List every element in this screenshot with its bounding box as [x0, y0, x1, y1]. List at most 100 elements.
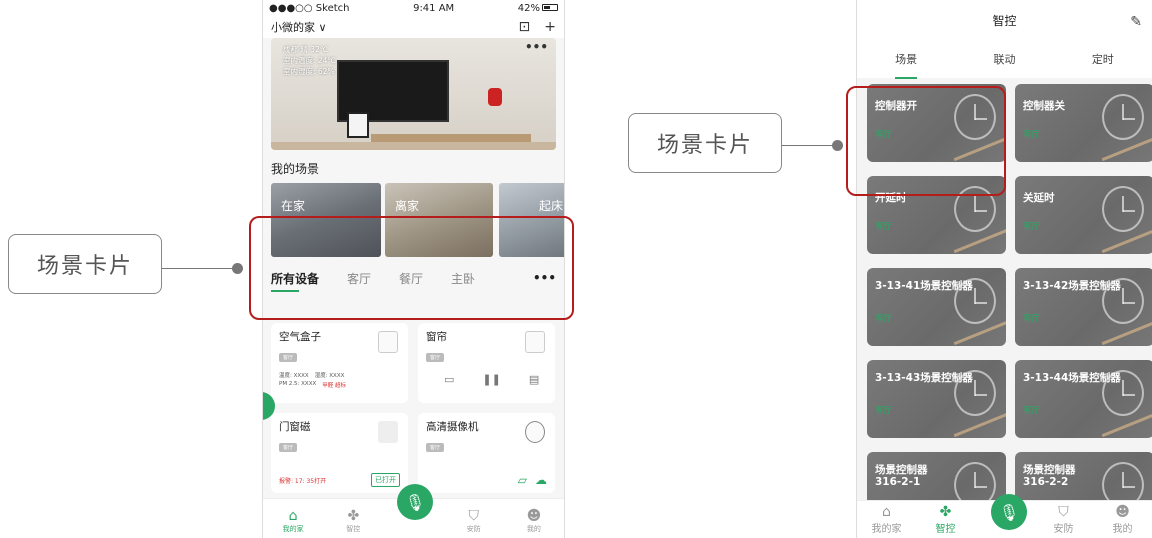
nav-mine[interactable]: ☻ 我的 — [1093, 501, 1152, 538]
scene-card-room: 客厅 — [1023, 222, 1041, 232]
weather-info: 成都 晴 32℃ 室内温度: 24℃ 室内湿度: 62% — [283, 44, 336, 77]
user-icon: ☻ — [1115, 504, 1130, 520]
device-readings: PM 2.5: XXXX 甲醛 超标 — [279, 381, 400, 389]
frame-illustration — [347, 112, 369, 138]
grid-icon: ✤ — [939, 504, 952, 520]
message-icon[interactable]: ⊡ — [519, 19, 531, 35]
shield-icon: ⛉ — [468, 508, 479, 524]
house-icon: ⌂ — [288, 508, 298, 524]
nav-security[interactable]: ⛉ 安防 — [1034, 501, 1093, 538]
folder-icon[interactable]: ▱ — [518, 473, 527, 487]
callout-leader-right — [782, 145, 834, 146]
room-tag: 客厅 — [426, 443, 445, 452]
microphone-button[interactable]: 🎙 — [991, 494, 1027, 530]
pencil-decoration — [1101, 135, 1152, 162]
temp-reading: 温度: XXXX — [279, 373, 309, 379]
nav-label: 安防 — [1053, 524, 1074, 535]
curtain-controls: ▭ ❚❚ ▤ — [444, 373, 539, 386]
scene-card-name: 控制器关 — [1023, 100, 1065, 112]
indoor-temp: 室内温度: 24℃ — [283, 56, 336, 65]
device-card-camera[interactable]: 高清摄像机 客厅 ▱ ☁ — [418, 413, 555, 493]
status-bar: ●●●○○ Sketch 9:41 AM 42% — [263, 0, 564, 16]
tab-scene[interactable]: 场景 — [895, 51, 918, 79]
pencil-decoration — [1101, 227, 1152, 254]
nav-label: 我的家 — [282, 525, 304, 533]
home-header: 小微的家 ∨ ⊡ + — [263, 16, 564, 38]
scene-card-room: 客厅 — [1023, 130, 1041, 140]
nav-security[interactable]: ⛉ 安防 — [444, 499, 504, 538]
door-alarm-text: 报警: 17: 35打开 — [279, 478, 327, 485]
nav-label: 我的 — [526, 525, 541, 533]
room-tag: 客厅 — [279, 353, 298, 362]
grid-icon: ✤ — [347, 508, 360, 524]
banner-more-icon[interactable]: ••• — [525, 40, 548, 54]
microphone-button[interactable]: 🎙 — [397, 484, 433, 520]
nav-label: 安防 — [466, 525, 481, 533]
door-state-button[interactable]: 已打开 — [371, 473, 400, 487]
page-header: 智控 ✎ — [857, 0, 1152, 40]
nav-smart-control[interactable]: ✤ 智控 — [916, 501, 975, 538]
scene-card[interactable]: 3-13-44场景控制器 客厅 — [1015, 360, 1152, 438]
scene-card-room: 客厅 — [875, 406, 893, 416]
battery: 42% — [518, 3, 558, 14]
device-card-air-box[interactable]: 空气盒子 客厅 温度: XXXX 湿度: XXXX PM 2.5: XXXX 甲… — [271, 323, 408, 403]
nav-smart-control[interactable]: ✤ 智控 — [323, 499, 383, 538]
scene-card[interactable]: 3-13-43场景控制器 客厅 — [867, 360, 1006, 438]
add-icon[interactable]: + — [544, 19, 556, 35]
thermometer-icon — [378, 331, 398, 353]
scene-tile-label: 离家 — [395, 199, 420, 213]
scene-card-name: 场景控制器316-2-1 — [875, 464, 928, 488]
device-card-door-sensor[interactable]: 门窗磁 客厅 报警: 17: 35打开 已打开 — [271, 413, 408, 493]
device-readings: 温度: XXXX 湿度: XXXX — [279, 371, 400, 379]
page-title: 智控 — [992, 13, 1017, 28]
highlight-scene-card-left — [249, 216, 574, 320]
scene-card-name: 关延时 — [1023, 192, 1055, 204]
scene-card[interactable]: 3-13-41场景控制器 客厅 — [867, 268, 1006, 346]
pencil-decoration — [953, 411, 1006, 438]
camera-actions: ▱ ☁ — [518, 473, 547, 487]
scene-card-name: 3-13-41场景控制器 — [875, 280, 973, 292]
scene-card[interactable]: 3-13-42场景控制器 客厅 — [1015, 268, 1152, 346]
pencil-decoration — [1101, 319, 1152, 346]
scene-section-title: 我的场景 — [271, 162, 320, 176]
callout-dot-left — [232, 263, 243, 274]
tab-timer[interactable]: 定时 — [1092, 51, 1114, 67]
microphone-icon: 🎙 — [998, 502, 1020, 522]
scene-card-room: 客厅 — [875, 314, 893, 324]
room-tag: 客厅 — [279, 443, 298, 452]
device-card-curtain[interactable]: 窗帘 客厅 ▭ ❚❚ ▤ — [418, 323, 555, 403]
edit-icon[interactable]: ✎ — [1130, 14, 1142, 30]
curtain-open-icon[interactable]: ▭ — [444, 373, 454, 386]
control-tabs: 场景 联动 定时 — [857, 40, 1152, 79]
nav-mine[interactable]: ☻ 我的 — [504, 499, 564, 538]
home-selector[interactable]: 小微的家 ∨ — [271, 19, 327, 35]
house-icon: ⌂ — [882, 504, 891, 520]
pencil-decoration — [953, 227, 1006, 254]
room-tag: 客厅 — [426, 353, 445, 362]
nav-label: 智控 — [935, 524, 956, 535]
tab-linkage[interactable]: 联动 — [993, 51, 1015, 67]
sensor-icon — [488, 88, 502, 106]
battery-icon — [542, 4, 558, 11]
microphone-icon: 🎙 — [404, 492, 426, 512]
home-banner[interactable]: 成都 晴 32℃ 室内温度: 24℃ 室内湿度: 62% ••• — [271, 38, 556, 150]
pencil-decoration — [1101, 411, 1152, 438]
curtain-pause-icon[interactable]: ❚❚ — [482, 373, 500, 386]
scene-card-callout-right: 场景卡片 — [628, 113, 782, 173]
nav-my-home[interactable]: ⌂ 我的家 — [857, 501, 916, 538]
nav-my-home[interactable]: ⌂ 我的家 — [263, 499, 323, 538]
scene-card[interactable]: 关延时 客厅 — [1015, 176, 1152, 254]
weather-text: 成都 晴 32℃ — [283, 45, 329, 54]
curtain-close-icon[interactable]: ▤ — [529, 373, 539, 386]
callout-dot-right — [832, 140, 843, 151]
scene-card-name: 场景控制器316-2-2 — [1023, 464, 1076, 488]
scene-card-callout-left: 场景卡片 — [8, 234, 162, 294]
user-icon: ☻ — [526, 508, 542, 524]
scene-tile-label: 起床 — [539, 199, 564, 213]
cloud-icon[interactable]: ☁ — [535, 473, 547, 487]
scene-card[interactable]: 控制器关 客厅 — [1015, 84, 1152, 162]
pencil-decoration — [953, 319, 1006, 346]
camera-icon — [525, 421, 545, 443]
scene-card-room: 客厅 — [875, 222, 893, 232]
nav-label: 我的家 — [871, 524, 902, 535]
